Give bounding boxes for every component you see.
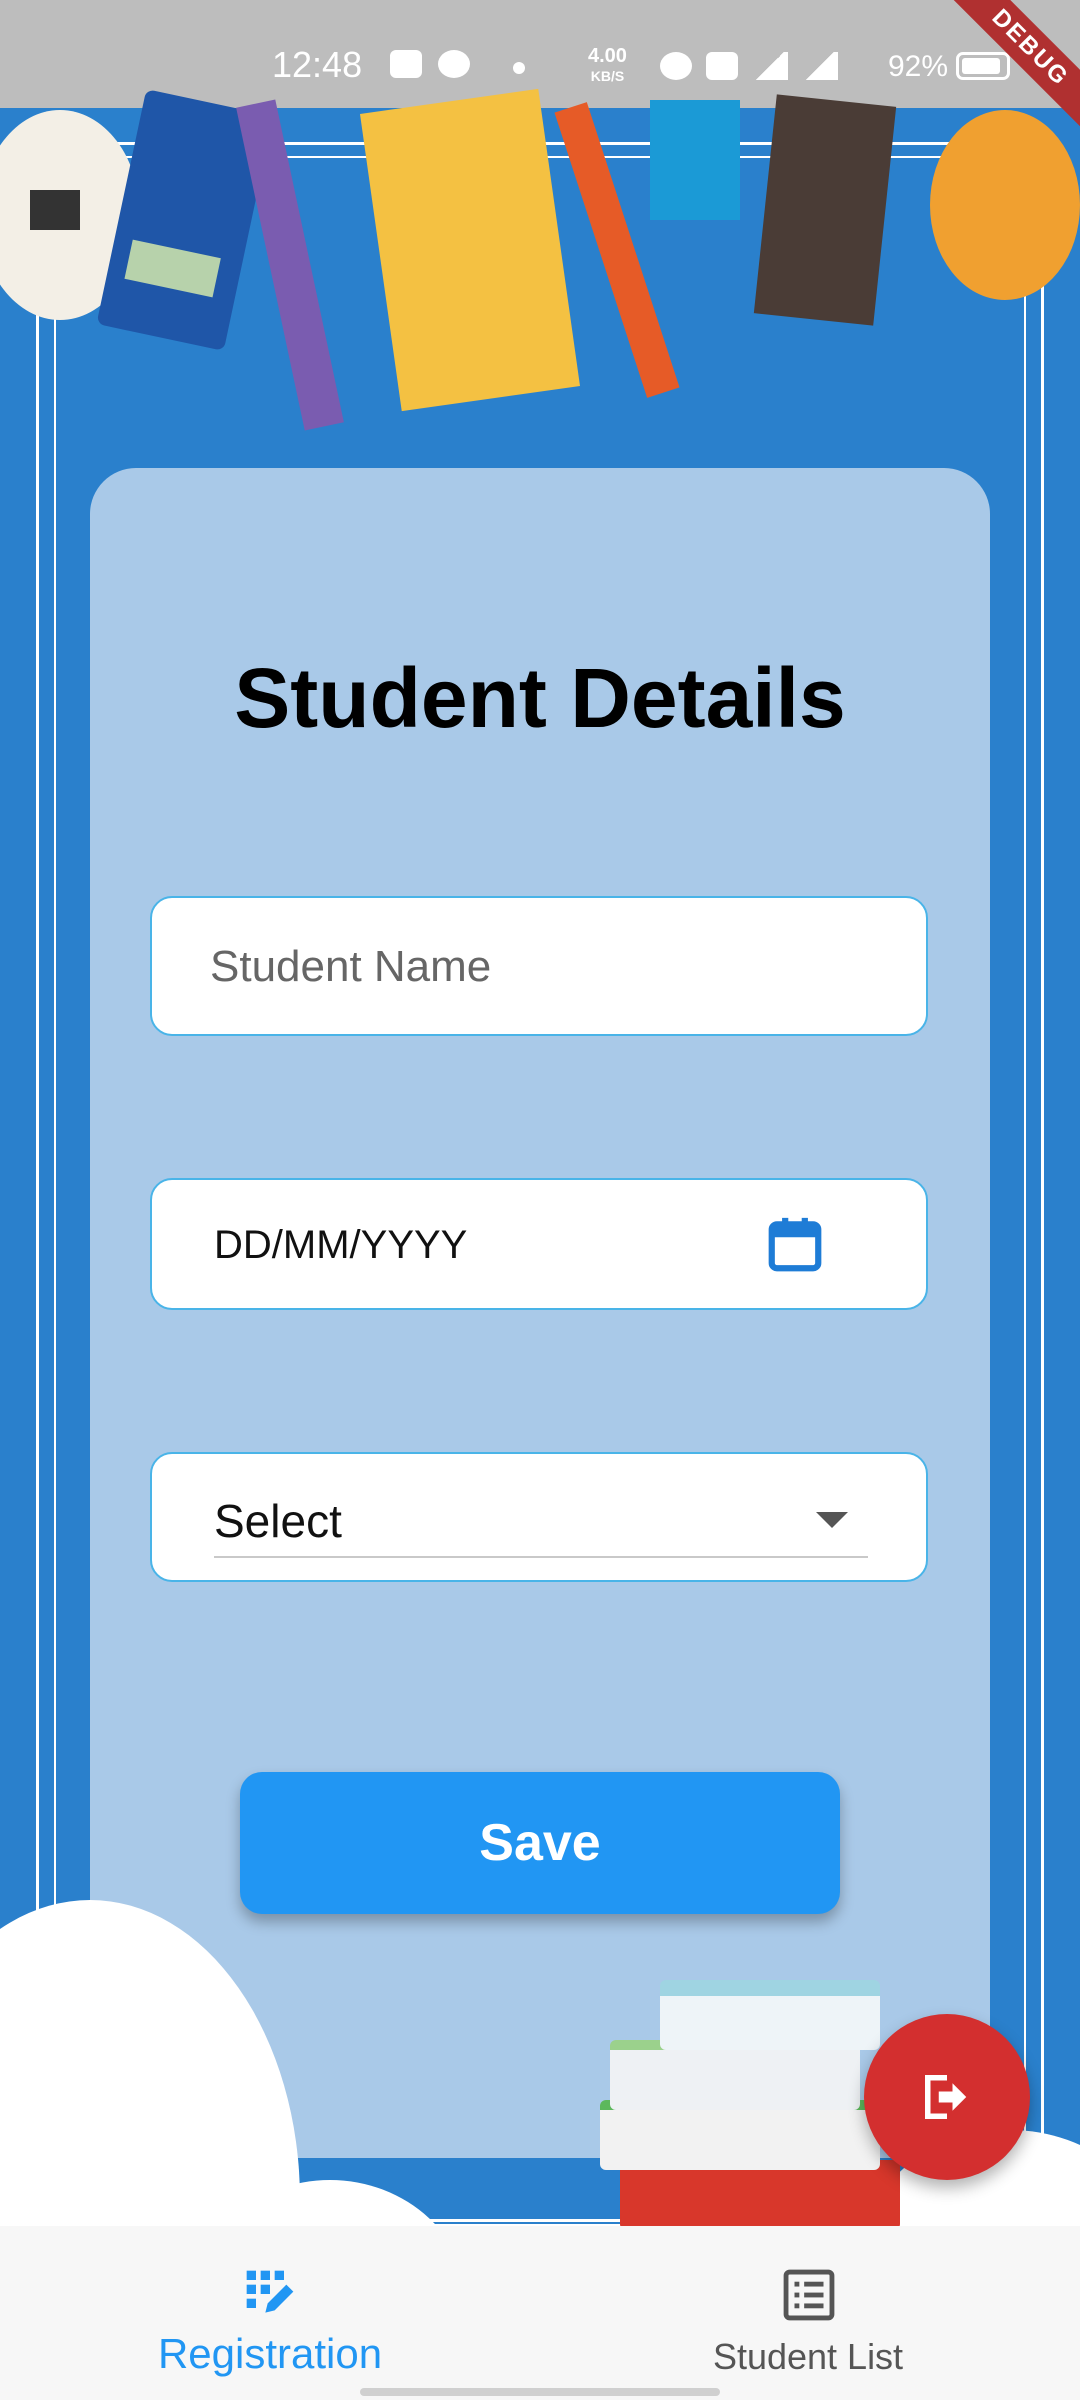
status-time: 12:48: [272, 44, 363, 85]
notification-dot-icon: [513, 62, 525, 74]
bottom-navigation: Registration Student List: [0, 2226, 1080, 2400]
nav-item-student-list[interactable]: Student List: [658, 2226, 958, 2400]
signal-roaming-icon: [802, 52, 838, 80]
app-notification-icon: [390, 50, 422, 78]
dictionary-illustration: [753, 94, 897, 326]
date-of-birth-field[interactable]: DD/MM/YYYY: [150, 1178, 928, 1310]
calendar-icon[interactable]: [764, 1212, 826, 1278]
list-icon: [783, 2269, 835, 2321]
home-indicator: [360, 2388, 720, 2396]
globe-illustration: [930, 110, 1080, 300]
pen-illustration: [650, 100, 740, 220]
student-name-placeholder: Student Name: [210, 942, 492, 991]
page-title: Student Details: [234, 651, 846, 745]
nav-item-registration[interactable]: Registration: [120, 2226, 420, 2400]
select-dropdown-value: Select: [214, 1495, 342, 1547]
app-screen: { "status_bar": { "time": "12:48", "netw…: [0, 0, 1080, 2400]
logout-button[interactable]: [864, 2014, 1030, 2180]
network-speed: 4.00 KB/S: [588, 46, 627, 86]
date-field-text: DD/MM/YYYY: [214, 1223, 468, 1267]
nav-label-registration: Registration: [157, 2330, 383, 2377]
logout-icon: [925, 2075, 967, 2119]
battery-percent: 92%: [888, 50, 949, 83]
status-right-icons: [660, 52, 838, 80]
battery-icon: [956, 52, 1010, 80]
wifi-calling-icon: [706, 52, 738, 80]
jio-icon: [438, 50, 470, 78]
save-button[interactable]: Save: [240, 1772, 840, 1914]
status-left-icons: [390, 50, 470, 78]
student-name-input[interactable]: Student Name: [150, 896, 928, 1036]
dropdown-underline: [214, 1556, 868, 1558]
network-speed-unit: KB/S: [590, 68, 625, 84]
wifi-icon: [660, 52, 692, 80]
edit-grid-icon: [246, 2270, 294, 2313]
nav-label-student-list: Student List: [712, 2336, 904, 2377]
caret-down-icon: [816, 1512, 848, 1528]
network-speed-value: 4.00: [588, 45, 627, 67]
signal-icon: [752, 52, 788, 80]
select-dropdown[interactable]: Select: [150, 1452, 928, 1582]
